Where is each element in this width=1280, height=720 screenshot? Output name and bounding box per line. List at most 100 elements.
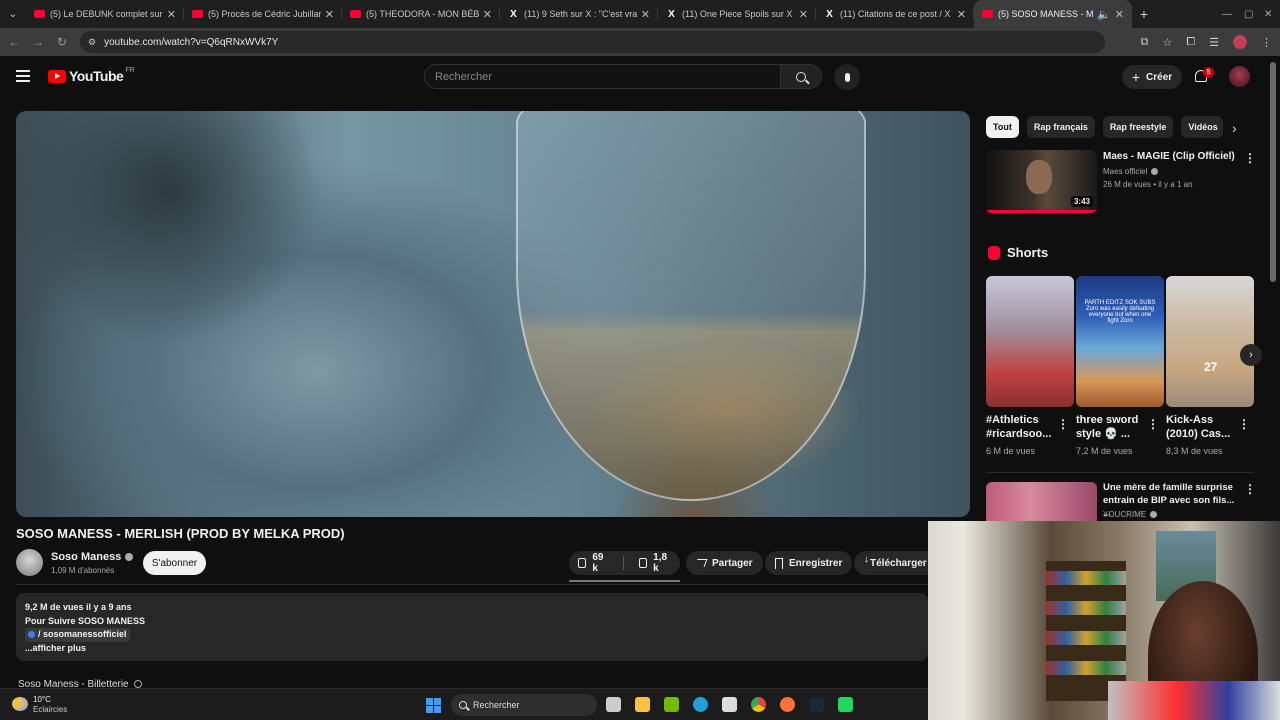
shorts-heading: Shorts: [1007, 245, 1049, 260]
bookmark-star-icon[interactable]: ☆: [1162, 36, 1172, 49]
chevron-right-icon[interactable]: ›: [1232, 120, 1237, 136]
cast-icon[interactable]: ⧉: [1141, 36, 1149, 49]
omnibox[interactable]: ⚙ youtube.com/watch?v=Q6qRNxWVk7Y: [80, 31, 1105, 53]
close-icon[interactable]: ✕: [167, 8, 176, 21]
app-icon[interactable]: [838, 697, 853, 712]
recommended-title[interactable]: Maes - MAGIE (Clip Officiel): [1103, 151, 1235, 162]
youtube-header: YouTube FR + Créer 5: [0, 56, 1268, 100]
youtube-logo[interactable]: YouTube FR: [48, 67, 135, 84]
close-icon[interactable]: ✕: [641, 8, 650, 21]
close-window-icon[interactable]: ✕: [1264, 0, 1272, 28]
back-icon[interactable]: ←: [2, 35, 26, 49]
recommended-thumbnail[interactable]: 3:43: [986, 150, 1097, 213]
channel-name-text[interactable]: Soso Maness: [51, 551, 121, 563]
windows-start-icon[interactable]: [426, 698, 441, 713]
close-icon[interactable]: ✕: [1115, 8, 1124, 21]
channel-name[interactable]: Soso Maness: [51, 551, 134, 563]
file-explorer-icon[interactable]: [635, 697, 650, 712]
store-icon[interactable]: [722, 697, 737, 712]
account-avatar[interactable]: [1229, 66, 1250, 87]
firefox-icon[interactable]: [780, 697, 795, 712]
chrome-icon[interactable]: [751, 697, 766, 712]
browser-tab[interactable]: (5) Procès de Cédric Jubillar - Y ✕: [184, 0, 342, 28]
short-thumbnail[interactable]: [986, 276, 1074, 407]
recommended-channel[interactable]: YOUCRIME: [1103, 510, 1158, 519]
facebook-link[interactable]: / sosomanessofficiel: [25, 628, 130, 642]
download-button[interactable]: Télécharger: [854, 551, 928, 575]
weather-icon[interactable]: [12, 697, 28, 711]
more-options-icon[interactable]: ⋮: [1238, 417, 1250, 431]
recommended-meta: 26 M de vues • il y a 1 an: [1103, 180, 1193, 189]
site-info-icon[interactable]: ⚙: [88, 37, 96, 48]
duration-badge: 3:43: [1070, 196, 1093, 207]
subscriber-count: 1,09 M d'abonnés: [51, 566, 115, 575]
search-input[interactable]: [435, 70, 780, 83]
short-thumbnail[interactable]: 27: [1166, 276, 1254, 407]
minimize-icon[interactable]: —: [1222, 0, 1232, 28]
share-button[interactable]: Partager: [686, 551, 763, 575]
steam-icon[interactable]: [809, 697, 824, 712]
close-icon[interactable]: ✕: [483, 8, 492, 21]
forward-icon[interactable]: →: [26, 35, 50, 49]
nvidia-icon[interactable]: [664, 697, 679, 712]
like-button[interactable]: 69 k: [569, 551, 617, 575]
reading-list-icon[interactable]: ☰: [1209, 36, 1219, 49]
link-text[interactable]: / sosomanessofficiel: [38, 629, 127, 639]
edge-icon[interactable]: [693, 697, 708, 712]
more-options-icon[interactable]: ⋮: [1244, 151, 1256, 165]
task-view-icon[interactable]: [606, 697, 621, 712]
show-more-link[interactable]: ...afficher plus: [25, 642, 919, 656]
browser-tab[interactable]: X (11) 9 Seth sur X : "C'est vrai je ✕: [500, 0, 658, 28]
taskbar-search[interactable]: Rechercher: [451, 694, 597, 716]
speaker-icon[interactable]: 🔈: [1097, 8, 1111, 21]
channel-avatar[interactable]: [16, 549, 43, 576]
chip-rap-francais[interactable]: Rap français: [1026, 116, 1095, 138]
browser-tab[interactable]: X (11) One Piece Spoils sur X : "# ✕: [658, 0, 816, 28]
page-scrollbar[interactable]: [1270, 62, 1276, 282]
recommended-channel[interactable]: Maes officiel: [1103, 167, 1159, 176]
video-player[interactable]: [16, 111, 970, 517]
search-field[interactable]: [424, 64, 781, 89]
browser-tab[interactable]: (5) THEODORA - MON BÉBÉ (F ✕: [342, 0, 500, 28]
browser-tab[interactable]: (5) Le DEBUNK complet sur la P ✕: [26, 0, 184, 28]
browser-tab-active[interactable]: (5) SOSO MANESS - MERLI🔈 ✕: [974, 0, 1132, 28]
recommended-thumbnail[interactable]: [986, 482, 1097, 522]
menu-kebab-icon[interactable]: ⋮: [1261, 36, 1272, 49]
voice-search-button[interactable]: [834, 64, 860, 90]
chip-rap-freestyle[interactable]: Rap freestyle: [1102, 116, 1174, 138]
chevron-right-icon[interactable]: ›: [1240, 344, 1262, 366]
youtube-favicon-icon: [350, 10, 361, 18]
weather-condition[interactable]: Eclaircies: [33, 705, 67, 714]
more-options-icon[interactable]: ⋮: [1147, 417, 1159, 431]
thumbnail-image: [1026, 160, 1052, 194]
short-title[interactable]: three sword style 💀 ...: [1076, 413, 1148, 441]
create-button[interactable]: + Créer: [1122, 65, 1182, 89]
close-icon[interactable]: ✕: [325, 8, 334, 21]
short-thumbnail[interactable]: PARTH EDITZ SOK SUBS Zoro was easily def…: [1076, 276, 1164, 407]
short-title[interactable]: #Athletics #ricardsoo...: [986, 413, 1058, 441]
chip-all[interactable]: Tout: [986, 116, 1019, 138]
save-button[interactable]: Enregistrer: [765, 551, 853, 575]
profile-avatar[interactable]: [1233, 35, 1247, 49]
reload-icon[interactable]: ↻: [50, 35, 74, 49]
chip-videos[interactable]: Vidéos: [1181, 116, 1224, 138]
more-options-icon[interactable]: ⋮: [1057, 417, 1069, 431]
menu-hamburger-icon[interactable]: [16, 70, 30, 82]
extensions-icon[interactable]: ⧠: [1186, 36, 1195, 49]
close-icon[interactable]: ✕: [957, 8, 966, 21]
more-options-icon[interactable]: ⋮: [1244, 482, 1256, 496]
browser-tab[interactable]: X (11) Citations de ce post / X ✕: [816, 0, 974, 28]
tab-search-button[interactable]: ⌄: [0, 0, 26, 28]
channel-text[interactable]: YOUCRIME: [1103, 510, 1146, 519]
short-title[interactable]: Kick-Ass (2010) Cas...: [1166, 413, 1238, 441]
dislike-button[interactable]: 1,8 k: [630, 551, 680, 575]
weather-temperature[interactable]: 10°C: [33, 695, 51, 704]
subscribe-button[interactable]: S'abonner: [143, 551, 206, 575]
new-tab-button[interactable]: +: [1132, 6, 1156, 22]
close-icon[interactable]: ✕: [799, 8, 808, 21]
description-box[interactable]: 9,2 M de vues il y a 9 ans Pour Suivre S…: [16, 593, 928, 661]
channel-text[interactable]: Maes officiel: [1103, 167, 1147, 176]
search-button[interactable]: [781, 64, 822, 89]
maximize-icon[interactable]: ▢: [1244, 0, 1253, 28]
url-text[interactable]: youtube.com/watch?v=Q6qRNxWVk7Y: [104, 37, 278, 48]
